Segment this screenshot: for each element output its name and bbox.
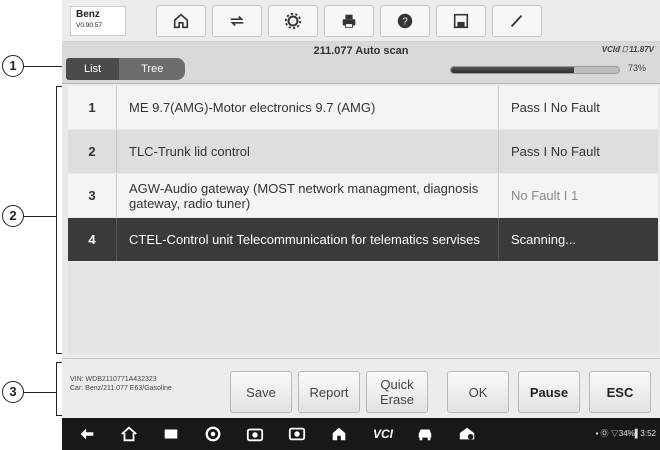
system-name: CTEL-Control unit Telecommunication for …: [116, 218, 498, 261]
settings-button[interactable]: [268, 5, 318, 37]
list-item[interactable]: 2 TLC-Trunk lid control Pass I No Fault: [68, 130, 658, 173]
view-tabs: List Tree: [66, 58, 186, 80]
figure: 1 2 3 Benz V0.90.57 ? 211.077 Auto scan …: [0, 0, 660, 450]
system-status: Pass I No Fault: [498, 86, 658, 129]
help-icon: ?: [397, 13, 413, 29]
tab-list[interactable]: List: [66, 58, 120, 80]
system-status: Scanning...: [498, 218, 658, 261]
ok-button[interactable]: OK: [447, 371, 509, 413]
autel-home-button[interactable]: [328, 424, 350, 444]
scan-header: 211.077 Auto scan VCIᵭ ⎕ 11.87V List Tre…: [62, 42, 660, 84]
quick-erase-button[interactable]: Quick Erase: [366, 371, 428, 413]
list-item[interactable]: 1 ME 9.7(AMG)-Motor electronics 9.7 (AMG…: [68, 86, 658, 129]
callout-1: 1: [2, 55, 24, 77]
print-button[interactable]: [324, 5, 374, 37]
camera-icon: [246, 428, 264, 442]
vin-text: VIN: WDB2110771A432323: [70, 376, 157, 383]
device-screen: Benz V0.90.57 ? 211.077 Auto scan VCIᵭ ⎕…: [62, 0, 660, 450]
recent-apps-icon: [164, 429, 178, 439]
system-list: 1 ME 9.7(AMG)-Motor electronics 9.7 (AMG…: [68, 86, 658, 262]
car-icon: [418, 429, 432, 441]
help-button[interactable]: ?: [380, 5, 430, 37]
callout-3: 3: [2, 381, 24, 403]
camera-button[interactable]: [244, 424, 266, 444]
home-icon: [121, 426, 137, 442]
system-nav-bar: VCI ▪ Ⓞ ▽34%▌3:52: [62, 418, 660, 450]
status-icons: ▪ Ⓞ ▽34%▌3:52: [595, 429, 656, 438]
annotate-button[interactable]: [492, 5, 542, 37]
vehicle-swap-button[interactable]: [212, 5, 262, 37]
software-version: V0.90.57: [76, 22, 103, 29]
report-button[interactable]: Report: [298, 371, 360, 413]
browser-icon: [205, 426, 221, 442]
remote-desk-button[interactable]: [456, 424, 478, 444]
system-name: AGW-Audio gateway (MOST network managmen…: [116, 174, 498, 217]
print-icon: [342, 14, 356, 28]
vehicle-badge: Benz V0.90.57: [70, 6, 126, 36]
system-number: 4: [88, 232, 96, 247]
vehicle-make: Benz: [76, 9, 100, 20]
system-name: TLC-Trunk lid control: [116, 130, 498, 173]
home-nav-button[interactable]: [118, 424, 140, 444]
svg-text:?: ?: [402, 17, 408, 28]
top-toolbar: Benz V0.90.57 ?: [62, 0, 660, 42]
system-number: 2: [88, 144, 96, 159]
back-icon: [80, 428, 94, 440]
pen-icon: [510, 14, 523, 28]
scan-title: 211.077 Auto scan: [313, 45, 409, 57]
settings-icon: [284, 12, 302, 30]
list-item[interactable]: 3 AGW-Audio gateway (MOST network managm…: [68, 174, 658, 217]
vehicle-info: VIN: WDB2110771A432323 Car: Benz/211.077…: [70, 375, 172, 393]
save-icon: [453, 13, 469, 29]
list-empty-area: [68, 262, 658, 354]
remote-desk-icon: [459, 427, 475, 440]
callout-1-leader: [24, 66, 64, 67]
display-button[interactable]: [286, 424, 308, 444]
list-item[interactable]: 4 CTEL-Control unit Telecommunication fo…: [68, 218, 658, 261]
home-icon: [173, 13, 189, 29]
browser-button[interactable]: [202, 424, 224, 444]
callout-2-leader: [24, 216, 56, 217]
vci-voltage-status: VCIᵭ ⎕ 11.87V: [601, 45, 654, 54]
tab-tree[interactable]: Tree: [119, 58, 186, 80]
vehicle-swap-icon: [230, 15, 244, 27]
scan-progress-fill: [451, 67, 574, 73]
save-data-button[interactable]: [436, 5, 486, 37]
home-icon: [332, 427, 346, 441]
system-status: Pass I No Fault: [498, 130, 658, 173]
display-settings-icon: [288, 427, 306, 441]
scan-progress-bar: [450, 66, 620, 74]
vehicle-button[interactable]: [414, 424, 436, 444]
esc-button[interactable]: ESC: [589, 371, 651, 413]
system-number: 1: [88, 100, 96, 115]
system-number: 3: [88, 188, 96, 203]
back-button[interactable]: [76, 424, 98, 444]
home-button[interactable]: [156, 5, 206, 37]
car-text: Car: Benz/211.077 E63/Gasoline: [70, 385, 172, 392]
vci-button[interactable]: VCI: [368, 424, 398, 444]
pause-button[interactable]: Pause: [518, 371, 580, 413]
callout-3-leader: [24, 392, 56, 393]
scan-progress-label: 73%: [628, 63, 647, 73]
save-button[interactable]: Save: [230, 371, 292, 413]
callout-2: 2: [2, 205, 24, 227]
function-bar: VIN: WDB2110771A432323 Car: Benz/211.077…: [62, 358, 660, 418]
recent-apps-button[interactable]: [160, 424, 182, 444]
vci-icon: VCI: [372, 427, 393, 441]
system-status: No Fault I 1: [498, 174, 658, 217]
system-name: ME 9.7(AMG)-Motor electronics 9.7 (AMG): [116, 86, 498, 129]
